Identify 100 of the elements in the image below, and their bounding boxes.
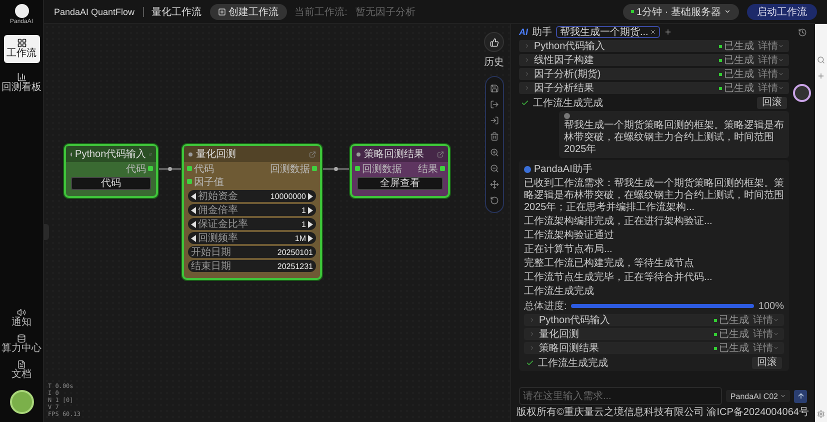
nav-label[interactable]: 通知 [12, 317, 32, 329]
settings-icon[interactable] [817, 410, 825, 418]
collapse-handle[interactable] [44, 224, 49, 240]
rollback-button[interactable]: 回滚 [757, 96, 787, 108]
input-port[interactable] [355, 166, 360, 171]
assistant-name: PandaAI助手 [534, 162, 592, 176]
create-workflow-button[interactable]: 创建工作流 [210, 4, 287, 20]
param-field[interactable]: 结束日期 20251231 [188, 260, 316, 272]
progress-reading: 100% [758, 300, 784, 312]
message-line: 工作流生成完成 [524, 286, 595, 298]
history-label: 历史 [484, 56, 504, 69]
detail-toggle[interactable]: 详情 [753, 341, 779, 355]
check-icon [526, 358, 534, 366]
run-workflow-button[interactable]: 启动工作流 [747, 4, 817, 20]
chevron-down-icon [780, 393, 786, 399]
step-name: 量化回测 [539, 328, 580, 341]
current-workflow: 暂无因子分析 [355, 6, 416, 18]
avatar[interactable] [10, 390, 34, 414]
step-status: 已生成 [714, 327, 749, 341]
node-button[interactable]: 全屏查看 [357, 177, 443, 190]
detail-toggle[interactable]: 详情 [758, 81, 784, 95]
model-select[interactable]: PandaAI C02 [726, 390, 790, 402]
user-message: 帮我生成一个期货策略回测的框架。策略逻辑是布林带突破，在螺纹钢主力合约上测试，时间范围2025年 [559, 111, 789, 158]
status-text: 工作流生成完成 [533, 96, 604, 110]
chat-input[interactable]: 请在这里输入需求... [519, 387, 722, 405]
history-button[interactable] [484, 32, 504, 52]
nav-item[interactable]: 工作流 [4, 35, 40, 63]
user-icon [564, 113, 570, 119]
history-icon[interactable] [798, 28, 807, 36]
chevron-down-icon [778, 71, 784, 77]
nav-label[interactable]: 文档 [12, 369, 32, 381]
server-select[interactable]: 1分钟 · 基础服务器 [622, 4, 739, 20]
send-button[interactable] [794, 390, 807, 402]
chevron-down-icon [724, 8, 731, 15]
step-name: 因子分析结果 [534, 82, 595, 95]
step-name: Python代码输入 [539, 314, 612, 327]
input-port[interactable] [187, 179, 192, 184]
nav-item[interactable]: 回测看板 [4, 69, 40, 97]
trash-icon[interactable] [490, 132, 498, 141]
save-icon[interactable] [490, 84, 498, 93]
logo-icon [14, 4, 28, 18]
plus-square-icon [218, 8, 226, 16]
param-field[interactable]: 佣金倍率 1 [188, 204, 316, 216]
import-icon[interactable] [490, 116, 498, 125]
zoom-in-icon[interactable] [490, 148, 498, 157]
message-line: 工作流节点生成完毕，正在等待合并代码... [524, 272, 714, 284]
param-field[interactable]: 初始资金 10000000 [188, 190, 316, 202]
workflow-node[interactable]: 策略回测结果 回测数据 结果 全屏查看 [350, 144, 450, 198]
node-button[interactable]: 代码 [71, 177, 151, 190]
detail-toggle[interactable]: 详情 [753, 313, 779, 327]
add-icon[interactable] [664, 28, 672, 36]
param-field[interactable]: 开始日期 20250101 [188, 246, 316, 258]
step-status: 已生成 [719, 67, 754, 81]
chevron-down-icon [773, 345, 779, 351]
progress-label: 总体进度: [524, 300, 567, 313]
step-name: 因子分析(期货) [534, 68, 602, 81]
search-icon[interactable] [817, 56, 825, 64]
reset-icon[interactable] [490, 196, 498, 205]
arrow-up-icon [796, 392, 804, 400]
assistant-icon [524, 166, 531, 172]
detail-toggle[interactable]: 详情 [758, 67, 784, 81]
step-name: 线性因子构建 [534, 54, 595, 67]
node-title: 策略回测结果 [364, 148, 425, 161]
nav-label[interactable]: 算力中心 [2, 343, 42, 355]
edge [322, 167, 350, 171]
step-status: 已生成 [719, 39, 754, 53]
workflow-node[interactable]: 量化回测 代码 回测数据 因子值 初始资金 10000000 佣金倍率 1 保证金比率 1 回测频率 1M 开始日期 20250101 结束日期 20251231 [182, 144, 322, 280]
input-port[interactable] [187, 166, 192, 171]
detail-toggle[interactable]: 详情 [753, 327, 779, 341]
node-title: Python代码输入 [75, 148, 146, 161]
check-icon [521, 98, 529, 106]
workflow-node[interactable]: Python代码输入 代码 代码 [64, 144, 158, 198]
page-title: 量化工作流 [152, 6, 202, 18]
param-field[interactable]: 保证金比率 1 [188, 218, 316, 230]
move-icon[interactable] [490, 180, 498, 189]
chevron-down-icon [778, 85, 784, 91]
step-name: 策略回测结果 [539, 342, 600, 355]
external-link-icon[interactable] [309, 150, 316, 158]
chevron-icon [524, 71, 530, 77]
detail-toggle[interactable]: 详情 [758, 39, 784, 53]
rollback-button[interactable]: 回滚 [752, 356, 782, 368]
port-label: 代码 [194, 162, 214, 176]
document-icon [17, 360, 26, 369]
message-line: 完整工作流已构建完成，等待生成节点 [524, 258, 695, 270]
bar-chart-icon [16, 72, 26, 82]
chevron-down-icon [778, 43, 784, 49]
dot-icon [188, 152, 193, 156]
export-icon[interactable] [490, 100, 498, 109]
panel-title: 助手 [532, 26, 552, 39]
port-label: 回测数据 [362, 162, 402, 176]
message-line: 正在计算节点布局... [524, 244, 614, 256]
assistant-avatar[interactable] [793, 84, 811, 102]
param-field[interactable]: 回测频率 1M [188, 232, 316, 244]
chat-tab[interactable]: 帮我生成一个期货... [556, 26, 660, 38]
zoom-out-icon[interactable] [490, 164, 498, 173]
edge [158, 167, 182, 171]
detail-toggle[interactable]: 详情 [758, 53, 784, 67]
external-link-icon[interactable] [437, 150, 444, 158]
output-port[interactable] [440, 166, 445, 171]
close-icon[interactable] [650, 29, 656, 35]
